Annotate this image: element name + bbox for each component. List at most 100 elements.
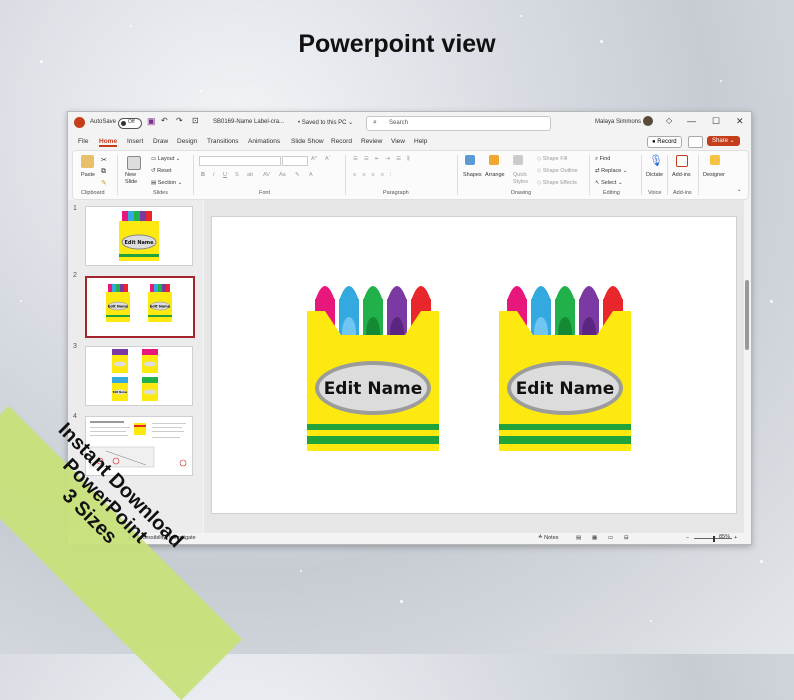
slide-thumbnail-2[interactable]: Edit Name Edit Name — [85, 276, 195, 338]
title-bar: AutoSave Off ▣ ↶ ↷ ⊡ SB0169-Name Label-c… — [68, 112, 751, 134]
redo-icon[interactable]: ↷ — [176, 116, 183, 125]
layout-button[interactable]: ▭ Layout ⌄ — [151, 156, 180, 162]
quick-styles-icon[interactable] — [513, 155, 523, 165]
avatar[interactable] — [643, 116, 653, 126]
zoom-slider-knob[interactable] — [713, 536, 715, 542]
section-button[interactable]: ▤ Section ⌄ — [151, 180, 182, 186]
shape-fill-button[interactable]: ◇ Shape Fill — [537, 156, 567, 162]
arrange-label[interactable]: Arrange — [485, 172, 505, 178]
add-ins-icon[interactable] — [676, 155, 688, 167]
current-slide[interactable]: Edit Name Edit Name — [211, 216, 737, 514]
copy-icon[interactable]: ⧉ — [101, 168, 106, 176]
tab-home[interactable]: Home — [99, 138, 118, 147]
collapse-ribbon-icon[interactable]: ⌄ — [737, 187, 742, 193]
layout-label: Layout — [157, 156, 175, 162]
ribbon-divider — [193, 155, 194, 195]
font-color-icon[interactable]: A — [309, 172, 313, 178]
share-button[interactable]: Share ⌄ — [707, 136, 740, 146]
slide-thumbnail-1[interactable]: Edit Name — [85, 206, 193, 266]
reading-view-icon[interactable]: ▭ — [608, 535, 613, 541]
tab-design[interactable]: Design — [177, 138, 197, 145]
quick-styles-label[interactable]: Quick Styles — [513, 172, 531, 186]
slideshow-icon[interactable]: ⊟ — [624, 535, 629, 541]
underline-icon[interactable]: U — [223, 172, 227, 178]
arrange-icon[interactable] — [489, 155, 499, 165]
vertical-scrollbar[interactable] — [744, 200, 751, 533]
slide-editor: Edit Name Edit Name — [204, 200, 744, 533]
designer-icon[interactable] — [710, 155, 720, 165]
normal-view-icon[interactable]: ▤ — [576, 535, 581, 541]
replace-button[interactable]: ⇄ Replace ⌄ — [595, 168, 627, 174]
record-button[interactable]: ● Record — [647, 136, 682, 148]
undo-icon[interactable]: ↶ — [161, 116, 168, 125]
grow-font-icon[interactable]: A^ — [311, 156, 317, 162]
autosave-label: AutoSave — [90, 119, 117, 125]
save-icon[interactable]: ▣ — [147, 116, 156, 126]
format-painter-icon[interactable]: ✎ — [101, 179, 107, 187]
document-name[interactable]: SB0169-Name Label-cra... — [213, 119, 284, 125]
comment-button[interactable] — [688, 136, 703, 148]
ribbon-divider — [641, 155, 642, 195]
svg-text:Edit Name: Edit Name — [108, 305, 129, 309]
tab-slide-show[interactable]: Slide Show — [291, 138, 324, 145]
shrink-font-icon[interactable]: Aˇ — [325, 156, 331, 162]
new-slide-label[interactable]: New Slide — [125, 172, 145, 186]
dictate-label[interactable]: Dictate — [646, 172, 663, 178]
paste-icon[interactable] — [81, 155, 94, 168]
tab-insert[interactable]: Insert — [127, 138, 143, 145]
notes-button[interactable]: ≙ Notes — [538, 535, 559, 541]
add-ins-label[interactable]: Add-ins — [672, 172, 691, 178]
present-icon[interactable]: ⊡ — [192, 116, 199, 125]
crayon-box-left: Edit Name — [307, 286, 439, 451]
tab-draw[interactable]: Draw — [153, 138, 168, 145]
thumbnail-crayon-box: Edit Name — [119, 211, 159, 261]
shape-effects-button[interactable]: ◇ Shape Effects — [537, 180, 577, 186]
tab-file[interactable]: File — [78, 138, 88, 145]
tab-animations[interactable]: Animations — [248, 138, 280, 145]
maximize-button[interactable]: ☐ — [712, 116, 720, 127]
shapes-icon[interactable] — [465, 155, 475, 165]
ribbon-divider — [698, 155, 699, 195]
close-button[interactable]: ✕ — [736, 116, 744, 127]
font-size-dropdown[interactable] — [282, 156, 308, 166]
save-status[interactable]: • Saved to this PC ⌄ — [298, 119, 353, 126]
zoom-in-icon[interactable]: + — [734, 535, 737, 541]
bold-icon[interactable]: B — [201, 172, 205, 178]
shape-outline-button[interactable]: ◇ Shape Outline — [537, 168, 578, 174]
cut-icon[interactable]: ✂ — [101, 156, 107, 164]
shadow-icon[interactable]: ab — [247, 172, 253, 178]
select-button[interactable]: ↖ Select ⌄ — [595, 180, 623, 186]
align-icons[interactable]: ≡≡≡≡⫶ — [353, 172, 397, 179]
zoom-out-icon[interactable]: − — [686, 535, 689, 541]
group-font: Font — [259, 190, 271, 196]
slide-sorter-icon[interactable]: ▦ — [592, 535, 597, 541]
highlight-icon[interactable]: ✎ — [295, 172, 300, 178]
tab-help[interactable]: Help — [414, 138, 427, 145]
tab-record[interactable]: Record — [331, 138, 352, 145]
tab-review[interactable]: Review — [361, 138, 382, 145]
slide-thumbnail-3[interactable]: Edit Name — [85, 346, 193, 406]
list-icons[interactable]: ☰☰⇤⇥☰⫼ — [353, 156, 416, 163]
zoom-level[interactable]: 85% — [719, 534, 730, 540]
strikethrough-icon[interactable]: S — [235, 172, 239, 178]
tab-transitions[interactable]: Transitions — [207, 138, 239, 145]
powerpoint-window: AutoSave Off ▣ ↶ ↷ ⊡ SB0169-Name Label-c… — [67, 111, 752, 545]
paste-label[interactable]: Paste — [81, 172, 95, 178]
reset-button[interactable]: ↺ Reset — [151, 168, 172, 174]
char-spacing-icon[interactable]: AV — [263, 172, 270, 178]
search-input[interactable]: ⌕ Search — [366, 116, 551, 131]
microphone-icon[interactable]: 🎙 — [649, 154, 663, 167]
record-label: Record — [657, 139, 677, 145]
tab-view[interactable]: View — [391, 138, 405, 145]
shapes-label[interactable]: Shapes — [463, 172, 482, 178]
new-slide-icon[interactable] — [127, 156, 141, 170]
find-button[interactable]: ⌕ Find — [595, 156, 610, 163]
italic-icon[interactable]: I — [213, 172, 215, 178]
scrollbar-thumb[interactable] — [745, 280, 749, 350]
minimize-button[interactable]: — — [687, 116, 696, 126]
designer-label[interactable]: Designer — [703, 172, 725, 178]
change-case-icon[interactable]: Aa — [279, 172, 286, 178]
user-name[interactable]: Malaya Simmons — [595, 119, 641, 125]
diamond-icon[interactable]: ◇ — [666, 116, 672, 125]
font-name-dropdown[interactable] — [199, 156, 281, 166]
